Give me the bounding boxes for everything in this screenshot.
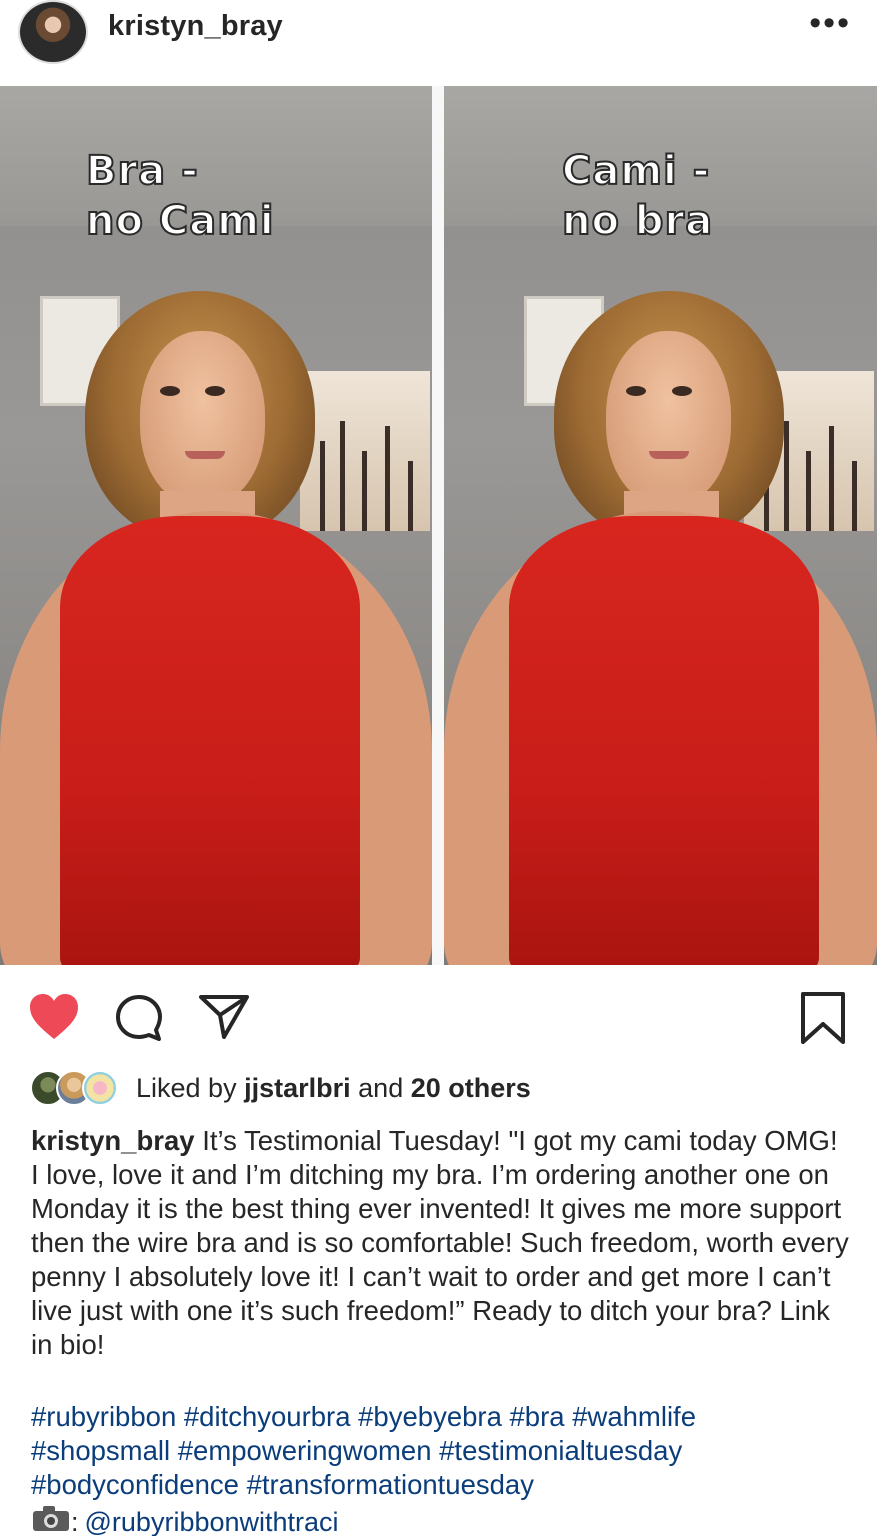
likes-count[interactable]: 20 others <box>411 1073 531 1103</box>
hashtag[interactable]: #rubyribbon <box>31 1401 176 1432</box>
camera-icon <box>31 1505 71 1536</box>
comment-icon[interactable] <box>114 993 164 1048</box>
post-header: kristyn_bray ••• <box>0 0 877 86</box>
photo-divider <box>432 86 444 965</box>
liker-username[interactable]: jjstarlbri <box>244 1073 351 1103</box>
left-caption: Bra - no Cami <box>85 147 275 245</box>
avatar[interactable] <box>18 0 88 64</box>
heart-filled-icon[interactable] <box>28 993 80 1046</box>
hashtag[interactable]: #empoweringwomen <box>178 1435 432 1466</box>
post-image[interactable]: Bra - no Cami Cami - no bra <box>0 86 877 965</box>
post-username[interactable]: kristyn_bray <box>108 10 283 43</box>
hashtag[interactable]: #wahmlife <box>572 1401 696 1432</box>
caption-username[interactable]: kristyn_bray <box>31 1125 195 1156</box>
hashtag[interactable]: #transformationtuesday <box>247 1469 534 1500</box>
likes-text: Liked by jjstarlbri and 20 others <box>136 1072 531 1103</box>
bookmark-icon[interactable] <box>800 991 846 1050</box>
hashtags: #rubyribbon #ditchyourbra #byebyebra #br… <box>31 1400 851 1502</box>
share-icon[interactable] <box>198 993 250 1046</box>
likes-row[interactable]: Liked by jjstarlbri and 20 others <box>30 1068 531 1108</box>
caption-body: It’s Testimonial Tuesday! "I got my cami… <box>31 1125 849 1360</box>
post-caption: kristyn_bray It’s Testimonial Tuesday! "… <box>31 1124 851 1362</box>
action-bar <box>0 985 877 1049</box>
credit-handle[interactable]: @rubyribbonwithtraci <box>85 1505 339 1536</box>
right-caption: Cami - no bra <box>561 147 714 245</box>
hashtag[interactable]: #shopsmall <box>31 1435 170 1466</box>
credit-separator: : <box>71 1507 79 1536</box>
hashtag[interactable]: #testimonialtuesday <box>439 1435 682 1466</box>
more-options-icon[interactable]: ••• <box>809 4 851 43</box>
hashtag[interactable]: #ditchyourbra <box>184 1401 351 1432</box>
left-photo-panel: Bra - no Cami <box>0 86 432 965</box>
photo-credit: : @rubyribbonwithtraci <box>31 1505 339 1536</box>
right-photo-panel: Cami - no bra <box>444 86 877 965</box>
hashtag[interactable]: #bodyconfidence <box>31 1469 239 1500</box>
liker-avatar <box>82 1070 118 1106</box>
hashtag[interactable]: #bra <box>510 1401 565 1432</box>
hashtag[interactable]: #byebyebra <box>358 1401 502 1432</box>
